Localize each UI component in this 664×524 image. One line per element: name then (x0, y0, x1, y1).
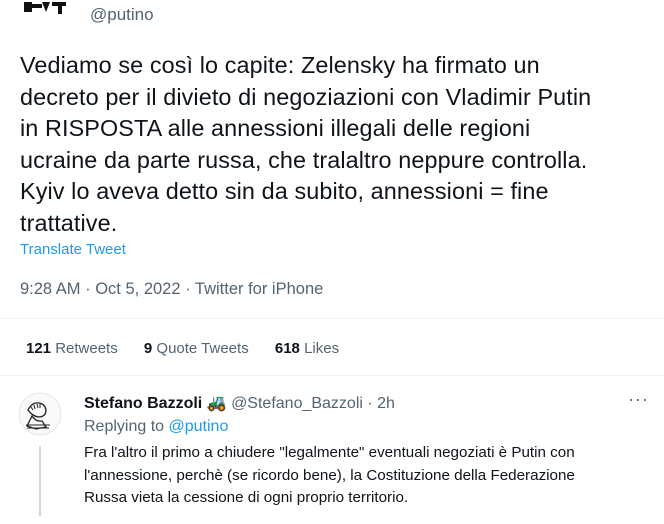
replying-to-link[interactable]: @putino (169, 418, 229, 435)
likes-label: Likes (299, 340, 340, 357)
divider (0, 318, 664, 319)
reply-avatar[interactable] (18, 392, 62, 436)
tractor-icon: 🚜 (206, 395, 227, 412)
author-avatar[interactable] (20, 0, 74, 32)
profile-logo-icon (24, 2, 66, 14)
reply-header: Stefano Bazzoli 🚜 @Stefano_Bazzoli · 2h (84, 393, 395, 413)
translate-tweet-link[interactable]: Translate Tweet (20, 241, 126, 258)
tweet-date[interactable]: Oct 5, 2022 (95, 280, 180, 298)
quote-tweets-count: 9 (143, 340, 153, 357)
retweets-count: 121 (26, 340, 52, 357)
divider (0, 375, 664, 376)
reply-text: Fra l'altro il primo a chiudere "legalme… (84, 444, 575, 506)
likes-stat[interactable]: 618 Likes (275, 340, 339, 357)
tweet-text: Vediamo se così lo capite: Zelensky ha f… (20, 52, 592, 236)
meta-separator: · (80, 280, 96, 298)
meta-separator: · (180, 280, 195, 298)
quote-tweets-stat[interactable]: 9 Quote Tweets (144, 340, 249, 357)
author-handle[interactable]: @putino (90, 5, 154, 25)
more-options-icon[interactable]: ··· (628, 389, 649, 410)
reply-time[interactable]: 2h (377, 395, 395, 412)
retweets-label: Retweets (51, 340, 118, 357)
replying-to-prefix: Replying to (84, 418, 169, 435)
tweet-time[interactable]: 9:28 AM (20, 280, 81, 298)
retweets-stat[interactable]: 121 Retweets (26, 340, 118, 357)
reply-author-handle[interactable]: @Stefano_Bazzoli (231, 395, 363, 412)
replying-to: Replying to @putino (84, 418, 228, 436)
likes-count: 618 (274, 340, 300, 357)
sketch-figure-icon (18, 392, 62, 436)
tweet-metadata: 9:28 AM · Oct 5, 2022 · Twitter for iPho… (20, 280, 323, 299)
meta-separator: · (362, 395, 378, 412)
tweet-source[interactable]: Twitter for iPhone (195, 280, 323, 298)
tweet-stats: 121 Retweets 9 Quote Tweets 618 Likes (26, 340, 361, 357)
reply-author-name[interactable]: Stefano Bazzoli (84, 395, 202, 412)
thread-line (39, 446, 41, 516)
quote-tweets-label: Quote Tweets (152, 340, 249, 357)
